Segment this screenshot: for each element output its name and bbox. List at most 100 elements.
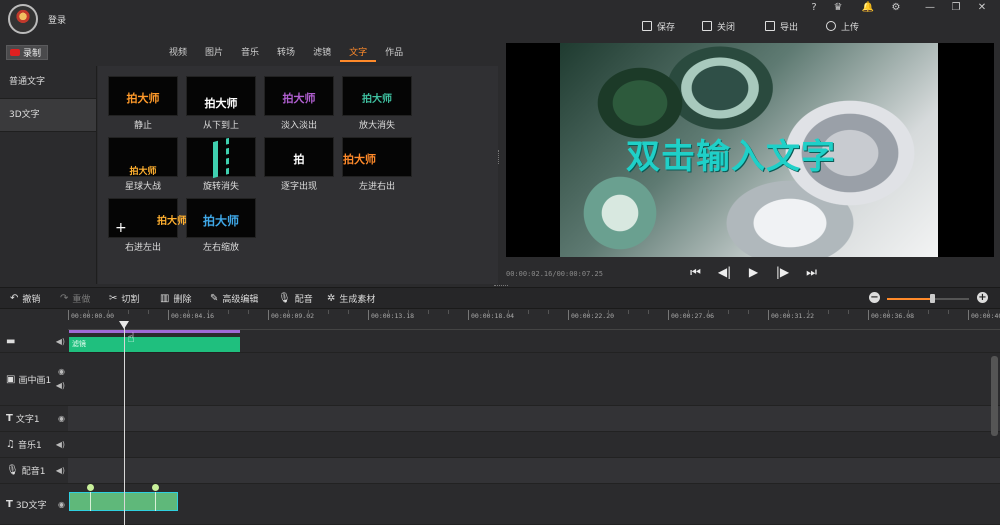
save-button[interactable]: 保存 xyxy=(642,19,675,33)
track-music: ♫ 音乐1 ◀) xyxy=(0,432,1000,458)
login-link[interactable]: 登录 xyxy=(48,13,66,26)
timeline-clip-strip[interactable] xyxy=(69,330,240,333)
tab-video[interactable]: 视频 xyxy=(160,46,196,62)
track-lane[interactable] xyxy=(68,353,1000,405)
video-frame[interactable]: 双击输入文字 xyxy=(560,43,938,257)
help-icon[interactable]: ? xyxy=(806,2,822,13)
timeline-scrollbar[interactable] xyxy=(991,356,998,436)
upload-button[interactable]: 上传 xyxy=(826,19,859,33)
delete-button[interactable]: ▥ 删除 xyxy=(160,292,191,305)
prev-frame-icon[interactable]: ◀| xyxy=(715,264,734,280)
tab-works[interactable]: 作品 xyxy=(376,46,412,62)
effect-thumb-static[interactable]: 拍大师 xyxy=(108,76,178,116)
export-icon xyxy=(765,21,775,31)
avatar[interactable] xyxy=(8,4,38,34)
speaker-icon[interactable]: ◀) xyxy=(56,440,65,449)
play-icon[interactable]: ▶ xyxy=(744,264,763,280)
delete-label: 删除 xyxy=(173,295,192,305)
speaker-icon[interactable]: ◀) xyxy=(56,381,65,390)
effect-thumb-char-by-char[interactable]: 拍 xyxy=(264,137,334,177)
ruler-minor-tick xyxy=(628,310,629,314)
track-lane[interactable] xyxy=(68,432,1000,457)
effect-thumb-zoom-out[interactable]: 拍大师 xyxy=(342,76,412,116)
effect-thumb-bottom-up[interactable]: 拍大师 xyxy=(186,76,256,116)
effect-label-zoom-out: 放大消失 xyxy=(358,121,395,131)
notification-bell-icon[interactable]: 🔔 xyxy=(860,2,876,13)
undo-label: 撤销 xyxy=(22,295,41,305)
timeline-ruler[interactable]: 00:00:00.00 00:00:04.16 00:00:09.02 00:00:1… xyxy=(68,310,1000,330)
cut-button[interactable]: ✂ 切割 xyxy=(109,292,139,305)
export-button[interactable]: 导出 xyxy=(765,19,798,33)
eye-icon[interactable]: ◉ xyxy=(58,414,65,423)
undo-icon: ↶ xyxy=(10,293,19,304)
upload-icon xyxy=(826,21,836,31)
effect-thumb-left-in[interactable]: 拍大师 xyxy=(342,137,412,177)
keyframe-handle[interactable] xyxy=(152,484,159,491)
track-head-pip: ▣ 画中画1 ◉ ◀) xyxy=(0,353,68,405)
eye-icon[interactable]: ◉ xyxy=(58,500,65,509)
track-lane[interactable] xyxy=(68,406,1000,431)
settings-gear-icon[interactable]: ⚙ xyxy=(888,2,904,13)
undo-button[interactable]: ↶ 撤销 xyxy=(10,292,40,305)
text-track-icon: T xyxy=(6,413,13,424)
ruler-tick xyxy=(368,310,369,320)
redo-button[interactable]: ↷ 重做 xyxy=(60,292,90,305)
vip-crown-icon[interactable]: ♛ xyxy=(830,2,846,13)
effect-label-bottom-up: 从下到上 xyxy=(202,121,239,131)
effect-thumb-lr-scale[interactable]: 拍大师 xyxy=(186,198,256,238)
effect-thumb-right-in[interactable]: 拍大师 + xyxy=(108,198,187,238)
ruler-minor-tick xyxy=(148,310,149,314)
track-lane[interactable] xyxy=(68,458,1000,483)
filter-clip[interactable]: 滤镜 xyxy=(69,337,240,352)
upload-label: 上传 xyxy=(841,22,860,33)
zoom-slider[interactable] xyxy=(887,294,969,303)
effect-thumb-star-wars[interactable]: 拍大师 xyxy=(108,137,178,177)
category-tabs: 视频 图片 音乐 转场 滤镜 文字 作品 xyxy=(160,46,412,62)
track-lane[interactable] xyxy=(68,484,1000,524)
playhead-line[interactable] xyxy=(124,322,125,525)
tab-image[interactable]: 图片 xyxy=(196,46,232,62)
picture-in-picture-icon: ▣ xyxy=(6,373,16,385)
minimize-icon[interactable]: — xyxy=(922,2,938,13)
advanced-edit-button[interactable]: ✎ 高级编辑 xyxy=(210,292,258,305)
tab-transition[interactable]: 转场 xyxy=(268,46,304,62)
effect-thumb-text: 拍大师 xyxy=(202,214,239,228)
zoom-slider-handle[interactable] xyxy=(930,294,936,303)
ruler-minor-tick xyxy=(428,310,429,314)
effect-label-right-in: 右进左出 xyxy=(124,243,161,253)
eye-icon[interactable]: ◉ xyxy=(58,367,65,376)
tab-music[interactable]: 音乐 xyxy=(232,46,268,62)
ruler-minor-tick xyxy=(808,310,809,314)
generate-material-button[interactable]: ✲ 生成素材 xyxy=(327,292,375,305)
skip-to-end-icon[interactable]: ⏭ xyxy=(802,264,821,280)
close-window-icon[interactable]: ✕ xyxy=(974,2,990,13)
zoom-in-button[interactable]: + xyxy=(977,292,988,303)
redo-icon: ↷ xyxy=(60,293,69,304)
keyframe-handle[interactable] xyxy=(87,484,94,491)
speaker-icon[interactable]: ◀) xyxy=(56,466,65,475)
tab-filter[interactable]: 滤镜 xyxy=(304,46,340,62)
preview-text-overlay[interactable]: 双击输入文字 xyxy=(626,129,836,178)
microphone-icon: 🎙 xyxy=(6,465,19,476)
text-type-3d[interactable]: 3D文字 xyxy=(0,99,96,132)
effect-thumb-fade[interactable]: 拍大师 xyxy=(264,76,334,116)
speaker-icon[interactable]: ◀) xyxy=(56,337,65,346)
ruler-time-label: 00:00:40. xyxy=(971,312,1000,320)
zoom-out-button[interactable]: − xyxy=(869,292,880,303)
text-type-normal[interactable]: 普通文字 xyxy=(0,66,96,99)
ruler-minor-tick xyxy=(488,310,489,314)
close-project-button[interactable]: 关闭 xyxy=(702,19,735,33)
playhead-handle[interactable] xyxy=(119,321,129,329)
ruler-tick xyxy=(168,310,169,320)
keyframe-marker xyxy=(155,492,156,511)
tab-text[interactable]: 文字 xyxy=(340,46,377,62)
effect-thumb-rotate[interactable] xyxy=(186,137,256,179)
record-button[interactable]: 录制 xyxy=(6,45,48,60)
panel-splitter-vertical[interactable] xyxy=(498,150,500,164)
maximize-icon[interactable]: ❐ xyxy=(948,2,964,13)
skip-to-start-icon[interactable]: ⏮ xyxy=(686,264,705,280)
ruler-minor-tick xyxy=(648,310,649,314)
voiceover-button[interactable]: 🎙 配音 xyxy=(278,292,313,305)
effect-thumb-text: 拍大师 xyxy=(362,94,392,105)
next-frame-icon[interactable]: |▶ xyxy=(773,264,792,280)
